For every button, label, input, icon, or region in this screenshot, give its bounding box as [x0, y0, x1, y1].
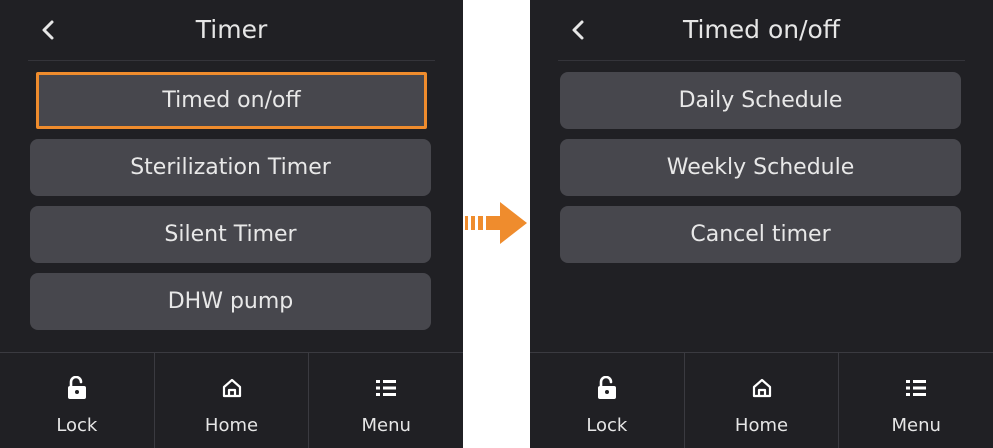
timed-on-off-screen: Timed on/off Daily Schedule Weekly Sched…	[530, 0, 993, 448]
home-icon	[749, 375, 775, 401]
menu-label: Menu	[891, 415, 941, 436]
timer-screen: Timer Timed on/off Sterilization Timer S…	[0, 0, 463, 448]
home-button[interactable]: Home	[153, 353, 309, 448]
sterilization-timer-button[interactable]: Sterilization Timer	[30, 139, 431, 196]
lock-button[interactable]: Lock	[530, 353, 684, 448]
lock-open-icon	[64, 375, 90, 401]
divider	[28, 60, 435, 61]
lock-button[interactable]: Lock	[0, 353, 154, 448]
transition-arrow-icon	[465, 202, 527, 244]
weekly-schedule-button[interactable]: Weekly Schedule	[560, 139, 961, 196]
lock-open-icon	[594, 375, 620, 401]
daily-schedule-button[interactable]: Daily Schedule	[560, 72, 961, 129]
menu-button[interactable]: Menu	[838, 353, 993, 448]
home-icon	[219, 375, 245, 401]
home-label: Home	[734, 415, 789, 436]
timed-on-off-button[interactable]: Timed on/off	[36, 72, 427, 129]
lock-label: Lock	[56, 415, 98, 436]
home-label: Home	[204, 415, 259, 436]
menu-label: Menu	[361, 415, 411, 436]
page-title: Timed on/off	[682, 15, 841, 44]
divider	[558, 60, 965, 61]
page-title: Timer	[195, 15, 268, 44]
dhw-pump-button[interactable]: DHW pump	[30, 273, 431, 330]
menu-list: Daily Schedule Weekly Schedule Cancel ti…	[560, 72, 961, 273]
lock-label: Lock	[586, 415, 628, 436]
bottom-bar: Lock Home Menu	[0, 352, 463, 448]
bottom-bar: Lock Home Menu	[530, 352, 993, 448]
header: Timer	[0, 0, 463, 60]
menu-list-icon	[903, 375, 929, 401]
silent-timer-button[interactable]: Silent Timer	[30, 206, 431, 263]
home-button[interactable]: Home	[683, 353, 839, 448]
menu-button[interactable]: Menu	[308, 353, 463, 448]
cancel-timer-button[interactable]: Cancel timer	[560, 206, 961, 263]
menu-list: Timed on/off Sterilization Timer Silent …	[30, 72, 431, 340]
header: Timed on/off	[530, 0, 993, 60]
menu-list-icon	[373, 375, 399, 401]
